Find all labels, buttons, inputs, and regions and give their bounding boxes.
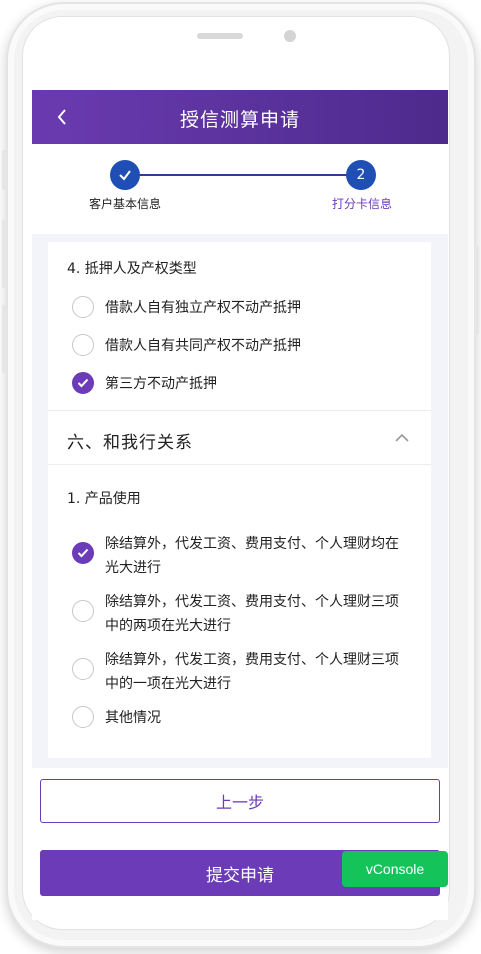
check-icon <box>119 170 131 181</box>
option-label: 借款人自有共同产权不动产抵押 <box>105 338 301 354</box>
option-label: 除结算外，代发工资、费用支付、个人理财均在光大进行 <box>105 536 399 576</box>
radio-unchecked[interactable] <box>72 658 94 680</box>
option-label: 除结算外，代发工资，费用支付、个人理财三项中的一项在光大进行 <box>105 652 399 692</box>
previous-step-button[interactable]: 上一步 <box>40 779 440 823</box>
step-1-circle <box>110 160 140 190</box>
option-one-in-bank[interactable]: 除结算外，代发工资，费用支付、个人理财三项中的一项在光大进行 <box>72 648 405 696</box>
radio-unchecked[interactable] <box>72 296 94 318</box>
divider <box>48 410 431 411</box>
question-1-title: 1. 产品使用 <box>67 491 141 507</box>
option-two-in-bank[interactable]: 除结算外，代发工资、费用支付、个人理财三项中的两项在光大进行 <box>72 590 405 638</box>
step-connector <box>125 174 361 176</box>
check-icon <box>77 548 89 558</box>
option-all-in-bank[interactable]: 除结算外，代发工资、费用支付、个人理财均在光大进行 <box>72 532 405 580</box>
option-own-shared[interactable]: 借款人自有共同产权不动产抵押 <box>72 334 405 358</box>
phone-side-button <box>475 245 479 335</box>
vconsole-button[interactable]: vConsole <box>342 851 448 887</box>
section-6-title[interactable]: 六、和我行关系 <box>67 428 193 453</box>
radio-checked[interactable] <box>72 542 94 564</box>
step-2-label: 打分卡信息 <box>332 197 393 211</box>
option-third-party[interactable]: 第三方不动产抵押 <box>72 372 405 396</box>
radio-unchecked[interactable] <box>72 706 94 728</box>
chevron-up-icon[interactable] <box>394 432 410 444</box>
option-label: 第三方不动产抵押 <box>105 376 217 392</box>
step-1-label: 客户基本信息 <box>89 197 162 211</box>
phone-side-button <box>2 305 6 373</box>
option-own-independent[interactable]: 借款人自有独立产权不动产抵押 <box>72 296 405 320</box>
phone-side-button <box>2 220 6 288</box>
step-2-number: 2 <box>356 167 366 183</box>
radio-unchecked[interactable] <box>72 334 94 356</box>
page-title: 授信测算申请 <box>179 109 300 131</box>
option-other[interactable]: 其他情况 <box>72 706 405 730</box>
divider <box>48 464 431 465</box>
option-label: 除结算外，代发工资、费用支付、个人理财三项中的两项在光大进行 <box>105 594 399 634</box>
phone-side-button <box>2 150 6 190</box>
top-nav-bar: 授信测算申请 <box>32 90 448 144</box>
step-indicator: 2 客户基本信息 打分卡信息 <box>32 144 448 234</box>
phone-camera <box>284 30 296 42</box>
check-icon <box>77 378 89 388</box>
app-screen: 授信测算申请 2 客户基本信息 打分卡信息 4. 抵押人及产权类型 借款人自有独… <box>32 90 448 920</box>
form-card: 4. 抵押人及产权类型 借款人自有独立产权不动产抵押 借款人自有共同产权不动产抵… <box>48 242 431 758</box>
phone-speaker <box>197 33 243 39</box>
option-label: 借款人自有独立产权不动产抵押 <box>105 300 301 316</box>
question-4-title: 4. 抵押人及产权类型 <box>67 261 197 277</box>
radio-unchecked[interactable] <box>72 600 94 622</box>
radio-checked[interactable] <box>72 372 94 394</box>
option-label: 其他情况 <box>105 710 161 726</box>
form-content: 4. 抵押人及产权类型 借款人自有独立产权不动产抵押 借款人自有共同产权不动产抵… <box>32 234 448 768</box>
step-2-circle: 2 <box>346 160 376 190</box>
